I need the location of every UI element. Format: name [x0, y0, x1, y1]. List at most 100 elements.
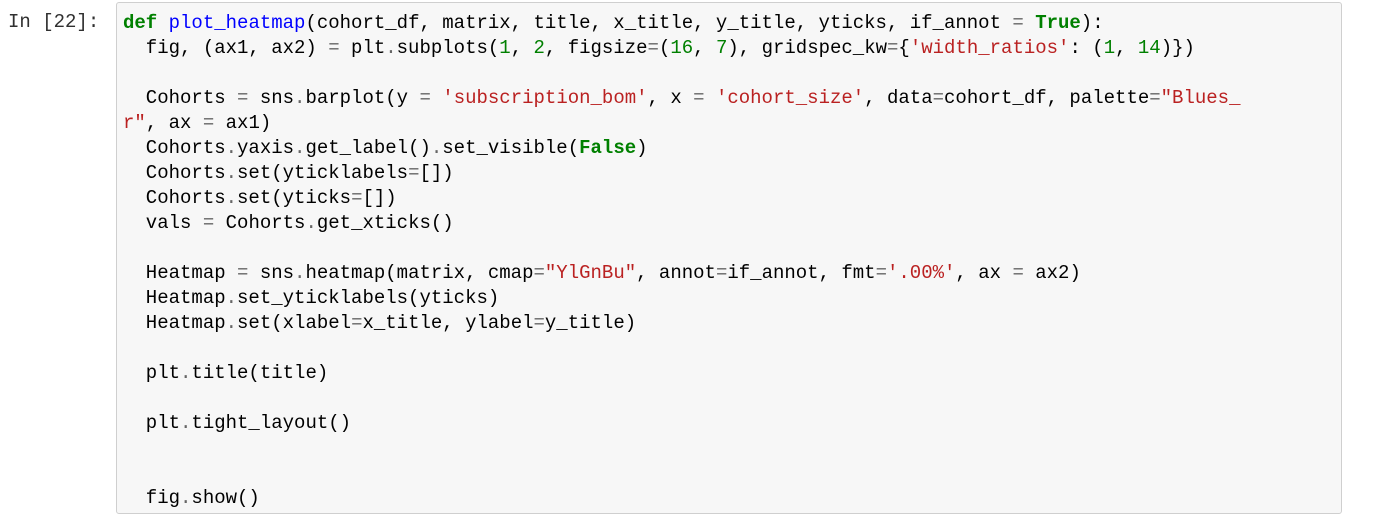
code-line: Heatmap.set_yticklabels(yticks)	[123, 286, 1240, 311]
code-token: "YlGnBu"	[544, 262, 637, 284]
code-token: Cohorts	[123, 187, 226, 209]
code-token: 1	[499, 37, 511, 59]
code-token: .	[225, 187, 238, 209]
code-token: =	[202, 112, 215, 134]
code-line: fig.show()	[123, 486, 1240, 511]
input-prompt: In [22]:	[8, 11, 100, 33]
code-token: show()	[191, 487, 260, 509]
code-token: r"	[123, 112, 146, 134]
code-line: plt.tight_layout()	[123, 411, 1240, 436]
code-token: =	[351, 312, 363, 334]
code-token: ax1)	[214, 112, 272, 134]
code-token: , ax	[145, 112, 203, 134]
code-cell[interactable]: def plot_heatmap(cohort_df, matrix, titl…	[116, 2, 1342, 514]
code-token: Cohorts	[214, 212, 306, 234]
code-token: =	[328, 37, 340, 59]
code-token: tight_layout()	[191, 412, 352, 434]
code-token: , ax	[955, 262, 1013, 284]
code-token: Heatmap	[123, 287, 226, 309]
code-token: 'cohort_size'	[715, 87, 865, 109]
code-token: fig	[123, 487, 181, 509]
code-token: .	[180, 362, 192, 384]
code-token: plt	[123, 362, 181, 384]
code-line: Cohorts.set(yticklabels=[])	[123, 161, 1240, 186]
code-token: heatmap(matrix, cmap	[305, 262, 534, 284]
code-token: set_yticklabels(yticks)	[237, 287, 500, 309]
code-token: =	[237, 262, 249, 284]
code-token: fig, (ax1, ax2)	[123, 37, 329, 59]
code-token: get_label()	[305, 137, 431, 159]
code-token: =	[533, 262, 545, 284]
code-token: '.00%'	[887, 262, 956, 284]
code-token: , figsize	[544, 37, 648, 59]
notebook: In [22]: def plot_heatmap(cohort_df, mat…	[0, 0, 1400, 525]
code-token: .	[225, 162, 238, 184]
code-token: =	[875, 262, 887, 284]
code-line: fig, (ax1, ax2) = plt.subplots(1, 2, fig…	[123, 36, 1240, 61]
code-token: .	[294, 262, 306, 284]
code-token: ,	[1115, 37, 1138, 59]
code-token: set_visible(	[442, 137, 580, 159]
code-token: =	[647, 37, 659, 59]
code-token: , x	[647, 87, 694, 109]
code-token: yaxis	[237, 137, 295, 159]
code-token: True	[1035, 12, 1081, 34]
code-line: plt.title(title)	[123, 361, 1240, 386]
code-token: =	[408, 162, 420, 184]
code-token: 7	[715, 37, 728, 59]
code-token: .	[385, 37, 397, 59]
code-line: def plot_heatmap(cohort_df, matrix, titl…	[123, 11, 1240, 36]
code-token: ,	[510, 37, 534, 59]
code-token: , data	[864, 87, 933, 109]
code-token: if_annot, fmt	[727, 262, 876, 284]
code-token: =	[715, 262, 728, 284]
code-token: Cohorts	[123, 137, 226, 159]
code-token: {	[898, 37, 910, 59]
code-token: .	[180, 487, 192, 509]
code-token: =	[202, 212, 215, 234]
code-token: plt	[339, 37, 386, 59]
code-editor[interactable]: def plot_heatmap(cohort_df, matrix, titl…	[123, 11, 1240, 511]
code-token: False	[579, 137, 637, 159]
code-token: .	[294, 87, 306, 109]
code-token: .	[225, 312, 238, 334]
code-line: Heatmap.set(xlabel=x_title, ylabel=y_tit…	[123, 311, 1240, 336]
code-line: r", ax = ax1)	[123, 111, 1240, 136]
code-token: y_title)	[544, 312, 637, 334]
code-token: .	[305, 212, 317, 234]
code-token: =	[693, 87, 705, 109]
code-token: "Blues_	[1160, 87, 1241, 109]
code-token: (cohort_df, matrix, title, x_title, y_ti…	[305, 12, 1013, 34]
code-token: ):	[1080, 12, 1104, 34]
code-token: x_title, ylabel	[362, 312, 534, 334]
code-token: 14	[1137, 37, 1161, 59]
code-token: , annot	[636, 262, 716, 284]
code-token: def	[123, 12, 158, 34]
code-token: =	[887, 37, 899, 59]
code-token: 16	[670, 37, 694, 59]
code-token: .	[180, 412, 192, 434]
code-token: =	[237, 87, 249, 109]
code-token: cohort_df, palette	[944, 87, 1150, 109]
code-line: Cohorts.yaxis.get_label().set_visible(Fa…	[123, 136, 1240, 161]
code-token: set(yticklabels	[237, 162, 409, 184]
code-token: set(xlabel	[237, 312, 352, 334]
code-token: )	[636, 137, 648, 159]
code-token: .	[430, 137, 443, 159]
code-token: Heatmap	[123, 312, 226, 334]
code-token: .	[225, 137, 238, 159]
code-token: =	[1149, 87, 1161, 109]
code-token: )})	[1160, 37, 1195, 59]
code-token: =	[1012, 12, 1024, 34]
code-token: =	[932, 87, 945, 109]
code-token: Heatmap	[123, 262, 238, 284]
code-token: title(title)	[191, 362, 329, 384]
code-token: ,	[693, 37, 716, 59]
